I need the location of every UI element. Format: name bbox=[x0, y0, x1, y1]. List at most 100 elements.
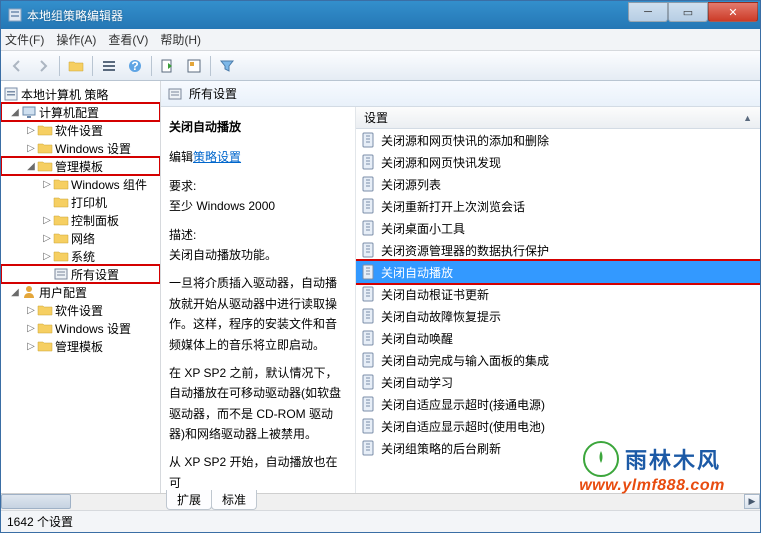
list-item-label: 关闭源和网页快讯的添加和删除 bbox=[381, 132, 549, 149]
tree-label: 系统 bbox=[71, 248, 95, 265]
tree-admin-templates[interactable]: ◢管理模板 bbox=[1, 157, 160, 175]
list-item[interactable]: 关闭自动完成与输入面板的集成 bbox=[356, 349, 760, 371]
list-item-label: 关闭自动根证书更新 bbox=[381, 286, 489, 303]
policy-item-icon bbox=[361, 418, 377, 434]
tree-software-settings[interactable]: ▷软件设置 bbox=[1, 121, 160, 139]
tree-label: 打印机 bbox=[71, 194, 107, 211]
list-item-label: 关闭重新打开上次浏览会话 bbox=[381, 198, 525, 215]
tree-printer[interactable]: 打印机 bbox=[1, 193, 160, 211]
tree-label: 管理模板 bbox=[55, 158, 103, 175]
tree-label: 网络 bbox=[71, 230, 95, 247]
tree-computer-config[interactable]: ◢ 计算机配置 bbox=[1, 103, 160, 121]
tree-system[interactable]: ▷系统 bbox=[1, 247, 160, 265]
list-item[interactable]: 关闭自动唤醒 bbox=[356, 327, 760, 349]
policy-item-icon bbox=[361, 132, 377, 148]
horizontal-scrollbar[interactable]: ▶ bbox=[1, 493, 760, 510]
content-area: 关闭自动播放 编辑策略设置 要求:至少 Windows 2000 描述:关闭自动… bbox=[161, 107, 760, 493]
tree-network[interactable]: ▷网络 bbox=[1, 229, 160, 247]
tree-label: 用户配置 bbox=[39, 284, 87, 301]
policy-item-icon bbox=[361, 220, 377, 236]
tree-label: 软件设置 bbox=[55, 302, 103, 319]
tree-user-windows[interactable]: ▷Windows 设置 bbox=[1, 319, 160, 337]
policy-item-icon bbox=[361, 308, 377, 324]
menu-view[interactable]: 查看(V) bbox=[108, 31, 148, 48]
forward-button[interactable] bbox=[31, 54, 55, 78]
export-button[interactable] bbox=[156, 54, 180, 78]
all-settings-icon bbox=[53, 266, 69, 282]
list-item[interactable]: 关闭资源管理器的数据执行保护 bbox=[356, 239, 760, 261]
list-item[interactable]: 关闭重新打开上次浏览会话 bbox=[356, 195, 760, 217]
back-button[interactable] bbox=[5, 54, 29, 78]
policy-item-icon bbox=[361, 286, 377, 302]
maximize-button[interactable]: ▭ bbox=[668, 2, 708, 22]
tree-user-software[interactable]: ▷软件设置 bbox=[1, 301, 160, 319]
tree-control-panel[interactable]: ▷控制面板 bbox=[1, 211, 160, 229]
list-item[interactable]: 关闭源和网页快讯发现 bbox=[356, 151, 760, 173]
policy-item-icon bbox=[361, 264, 377, 280]
policy-settings-link[interactable]: 策略设置 bbox=[193, 150, 241, 164]
list-item[interactable]: 关闭源和网页快讯的添加和删除 bbox=[356, 129, 760, 151]
tree-windows-components[interactable]: ▷Windows 组件 bbox=[1, 175, 160, 193]
list-item[interactable]: 关闭源列表 bbox=[356, 173, 760, 195]
filter-button[interactable] bbox=[215, 54, 239, 78]
menu-file[interactable]: 文件(F) bbox=[5, 31, 44, 48]
list-pane: 设置 ▲ 关闭源和网页快讯的添加和删除关闭源和网页快讯发现关闭源列表关闭重新打开… bbox=[356, 107, 760, 493]
menubar: 文件(F) 操作(A) 查看(V) 帮助(H) bbox=[1, 29, 760, 51]
toolbar-separator bbox=[59, 56, 60, 76]
list-item-label: 关闭自动播放 bbox=[381, 264, 453, 281]
list-item-label: 关闭组策略的后台刷新 bbox=[381, 440, 501, 457]
minimize-button[interactable]: ─ bbox=[628, 2, 668, 22]
list-item[interactable]: 关闭自适应显示超时(接通电源) bbox=[356, 393, 760, 415]
tree-user-config[interactable]: ◢ 用户配置 bbox=[1, 283, 160, 301]
list-item[interactable]: 关闭自动根证书更新 bbox=[356, 283, 760, 305]
list-item-label: 关闭自适应显示超时(使用电池) bbox=[381, 418, 545, 435]
settings-list[interactable]: 关闭源和网页快讯的添加和删除关闭源和网页快讯发现关闭源列表关闭重新打开上次浏览会… bbox=[356, 129, 760, 493]
scrollbar-right-arrow[interactable]: ▶ bbox=[744, 494, 760, 509]
tree-windows-settings[interactable]: ▷Windows 设置 bbox=[1, 139, 160, 157]
tree-all-settings[interactable]: 所有设置 bbox=[1, 265, 160, 283]
list-item-label: 关闭源和网页快讯发现 bbox=[381, 154, 501, 171]
refresh-button[interactable] bbox=[182, 54, 206, 78]
up-button[interactable] bbox=[64, 54, 88, 78]
tree-label: 控制面板 bbox=[71, 212, 119, 229]
folder-icon bbox=[53, 248, 69, 264]
status-text: 1642 个设置 bbox=[7, 513, 73, 530]
breadcrumb: 所有设置 bbox=[161, 81, 760, 107]
policy-root-icon bbox=[3, 86, 19, 102]
help-button[interactable]: ? bbox=[123, 54, 147, 78]
description-line1: 关闭自动播放功能。 bbox=[169, 248, 277, 262]
tree-label: Windows 设置 bbox=[55, 320, 131, 337]
menu-action[interactable]: 操作(A) bbox=[56, 31, 96, 48]
tree-root[interactable]: 本地计算机 策略 bbox=[1, 85, 160, 103]
titlebar[interactable]: 本地组策略编辑器 ─ ▭ ✕ bbox=[1, 1, 760, 29]
folder-icon bbox=[37, 158, 53, 174]
menu-help[interactable]: 帮助(H) bbox=[160, 31, 201, 48]
app-window: 本地组策略编辑器 ─ ▭ ✕ 文件(F) 操作(A) 查看(V) 帮助(H) ?… bbox=[0, 0, 761, 533]
tree-label: 管理模板 bbox=[55, 338, 103, 355]
list-item[interactable]: 关闭自动故障恢复提示 bbox=[356, 305, 760, 327]
folder-icon bbox=[37, 302, 53, 318]
column-header[interactable]: 设置 ▲ bbox=[356, 107, 760, 129]
nav-tree[interactable]: 本地计算机 策略 ◢ 计算机配置 ▷软件设置 ▷Windows 设置 ◢管理模板… bbox=[1, 81, 161, 493]
all-settings-icon bbox=[167, 86, 183, 102]
list-item[interactable]: 关闭桌面小工具 bbox=[356, 217, 760, 239]
main-body: 本地计算机 策略 ◢ 计算机配置 ▷软件设置 ▷Windows 设置 ◢管理模板… bbox=[1, 81, 760, 493]
policy-item-icon bbox=[361, 154, 377, 170]
list-item[interactable]: 关闭自适应显示超时(使用电池) bbox=[356, 415, 760, 437]
policy-item-icon bbox=[361, 176, 377, 192]
tree-user-templates[interactable]: ▷管理模板 bbox=[1, 337, 160, 355]
policy-item-icon bbox=[361, 242, 377, 258]
folder-icon bbox=[37, 338, 53, 354]
scrollbar-thumb[interactable] bbox=[1, 494, 71, 509]
window-title: 本地组策略编辑器 bbox=[27, 7, 628, 24]
list-item[interactable]: 关闭自动播放 bbox=[356, 261, 760, 283]
tab-standard[interactable]: 标准 bbox=[211, 490, 257, 510]
tab-extended[interactable]: 扩展 bbox=[166, 490, 212, 510]
list-button[interactable] bbox=[97, 54, 121, 78]
list-item[interactable]: 关闭自动学习 bbox=[356, 371, 760, 393]
list-item[interactable]: 关闭组策略的后台刷新 bbox=[356, 437, 760, 459]
right-panel: 所有设置 关闭自动播放 编辑策略设置 要求:至少 Windows 2000 描述… bbox=[161, 81, 760, 493]
close-button[interactable]: ✕ bbox=[708, 2, 758, 22]
edit-label: 编辑 bbox=[169, 150, 193, 164]
description-para2: 一旦将介质插入驱动器，自动播放就开始从驱动器中进行读取操作。这样，程序的安装文件… bbox=[169, 273, 347, 355]
